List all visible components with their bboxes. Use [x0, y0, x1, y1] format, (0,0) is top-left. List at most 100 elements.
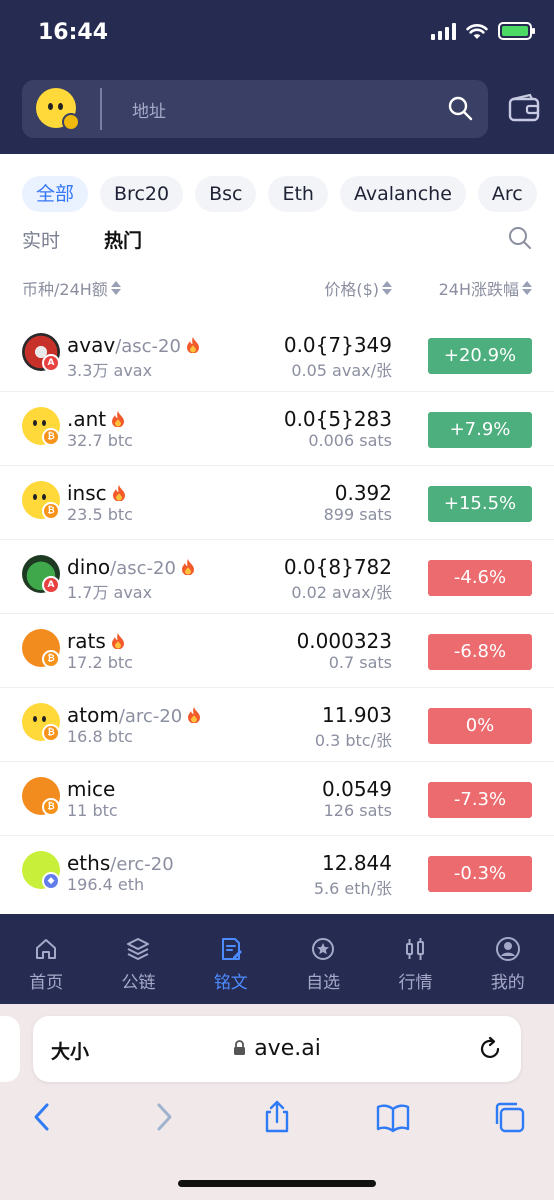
back-icon[interactable] — [26, 1100, 60, 1134]
token-list: Aavav/asc-20 3.3万 avax 0.0{7}349 0.05 avax/… — [0, 318, 554, 910]
lock-icon — [234, 1040, 246, 1055]
tab-hot[interactable]: 热门 — [104, 226, 142, 253]
token-unit-price: 0.3 btc/张 — [314, 731, 392, 750]
btc-chain-badge-icon: ₿ — [42, 798, 60, 816]
table-row[interactable]: ₿ atom/arc-20 16.8 btc 11.903 0.3 btc/张 0% — [0, 688, 554, 762]
token-volume: 23.5 btc — [67, 505, 133, 524]
token-name: mice — [67, 777, 115, 801]
fire-icon — [111, 633, 124, 649]
nav-item-star[interactable]: 自选 — [277, 914, 369, 1004]
token-price: 0.0{5}283 — [283, 407, 392, 431]
address-bar[interactable]: 大小 ave.ai — [33, 1016, 521, 1082]
token-symbol: eths — [67, 851, 111, 875]
avax-chain-badge-icon: A — [42, 576, 60, 594]
search-input[interactable]: 地址 — [132, 97, 166, 122]
status-icons — [431, 22, 535, 40]
nav-item-layers[interactable]: 公链 — [92, 914, 184, 1004]
chip-arc[interactable]: Arc — [477, 176, 537, 212]
bookmarks-icon[interactable] — [376, 1100, 410, 1134]
browser-toolbar: 大小 ave.ai — [0, 1004, 554, 1200]
change-badge[interactable]: -7.3% — [428, 782, 532, 818]
table-row[interactable]: ₿ mice 11 btc 0.0549 126 sats -7.3% — [0, 762, 554, 836]
change-badge[interactable]: -6.8% — [428, 634, 532, 670]
divider — [100, 88, 102, 130]
token-volume: 32.7 btc — [67, 431, 133, 450]
column-header-price[interactable]: 价格($) — [324, 276, 392, 300]
fire-icon — [112, 485, 125, 501]
table-row[interactable]: Adino/asc-20 1.7万 avax 0.0{8}782 0.02 avax/… — [0, 540, 554, 614]
token-symbol: avav — [67, 333, 116, 357]
table-row[interactable]: ₿ insc 23.5 btc 0.392 899 sats +15.5% — [0, 466, 554, 540]
chip-eth[interactable]: Eth — [268, 176, 328, 212]
bottom-navigation: 首页 公链 铭文 自选 行情 我的 — [0, 914, 554, 1004]
token-protocol: /arc-20 — [118, 706, 183, 727]
change-badge[interactable]: -4.6% — [428, 560, 532, 596]
token-symbol: .ant — [67, 407, 107, 431]
chip-bsc[interactable]: Bsc — [195, 176, 257, 212]
search-icon[interactable] — [446, 94, 474, 122]
candlestick-icon — [406, 938, 425, 960]
eth-chain-badge-icon: ◆ — [42, 872, 60, 890]
table-row[interactable]: ₿ rats 17.2 btc 0.000323 0.7 sats -6.8% — [0, 614, 554, 688]
chip-brc20[interactable]: Brc20 — [100, 176, 184, 212]
token-price: 0.0{7}349 — [283, 333, 392, 357]
chip-all[interactable]: 全部 — [22, 176, 89, 212]
table-row[interactable]: ◆ eths/erc-20 196.4 eth 12.844 5.6 eth/张 -0.3… — [0, 836, 554, 910]
change-badge[interactable]: -0.3% — [428, 856, 532, 892]
fire-icon — [112, 411, 125, 427]
nav-item-candlestick[interactable]: 行情 — [369, 914, 461, 1004]
token-unit-price: 5.6 eth/张 — [313, 879, 392, 898]
column-header-price-label: 价格($) — [324, 280, 379, 299]
token-price: 0.0549 — [322, 777, 392, 801]
address-search-bar[interactable]: 地址 — [22, 80, 488, 138]
nav-item-inscription[interactable]: 铭文 — [185, 914, 277, 1004]
wallet-icon[interactable] — [508, 93, 540, 123]
nav-item-user[interactable]: 我的 — [462, 914, 554, 1004]
change-badge[interactable]: +15.5% — [428, 486, 532, 522]
user-icon — [495, 937, 520, 961]
table-row[interactable]: ₿ .ant 32.7 btc 0.0{5}283 0.006 sats +7.9% — [0, 392, 554, 466]
token-volume: 3.3万 avax — [67, 361, 153, 380]
home-icon — [36, 939, 57, 959]
tab-realtime[interactable]: 实时 — [22, 226, 60, 253]
nav-item-home[interactable]: 首页 — [0, 914, 92, 1004]
chain-filter-chips: 全部 Brc20 Bsc Eth Avalanche Arc — [22, 176, 554, 212]
token-name: atom/arc-20 — [67, 703, 201, 727]
previous-tab[interactable] — [0, 1016, 20, 1082]
nav-label: 首页 — [29, 973, 64, 993]
token-unit-price: 126 sats — [323, 801, 392, 820]
reload-icon[interactable] — [477, 1036, 503, 1062]
chip-avalanche[interactable]: Avalanche — [339, 176, 466, 212]
sort-icon — [522, 281, 532, 295]
token-symbol: atom — [67, 703, 119, 727]
share-icon[interactable] — [260, 1100, 294, 1134]
status-time: 16:44 — [38, 20, 109, 45]
fire-icon — [186, 337, 199, 353]
fire-icon — [188, 707, 201, 723]
column-header-token[interactable]: 币种/24H额 — [22, 276, 121, 300]
token-name: .ant — [67, 407, 125, 431]
change-badge[interactable]: +7.9% — [428, 412, 532, 448]
change-badge[interactable]: +20.9% — [428, 338, 532, 374]
search-icon[interactable] — [508, 226, 532, 250]
layers-icon — [127, 938, 150, 960]
column-header-change[interactable]: 24H涨跌幅 — [439, 276, 532, 300]
avatar[interactable] — [36, 88, 80, 131]
token-unit-price: 0.006 sats — [308, 431, 392, 450]
forward-icon[interactable] — [146, 1100, 180, 1134]
nav-label: 自选 — [306, 973, 341, 993]
token-name: insc — [67, 481, 126, 505]
change-badge[interactable]: 0% — [428, 708, 532, 744]
token-symbol: dino — [67, 555, 111, 579]
table-row[interactable]: Aavav/asc-20 3.3万 avax 0.0{7}349 0.05 avax/… — [0, 318, 554, 392]
btc-chain-badge-icon: ₿ — [42, 724, 60, 742]
battery-icon — [498, 22, 535, 40]
sort-icon — [382, 281, 392, 295]
column-header-change-label: 24H涨跌幅 — [438, 280, 519, 299]
token-name: avav/asc-20 — [67, 333, 200, 357]
token-volume: 196.4 eth — [67, 875, 145, 894]
token-symbol: mice — [67, 777, 116, 801]
url-display[interactable]: ave.ai — [33, 1036, 521, 1061]
tabs-icon[interactable] — [492, 1100, 526, 1134]
nav-label: 铭文 — [213, 973, 248, 993]
